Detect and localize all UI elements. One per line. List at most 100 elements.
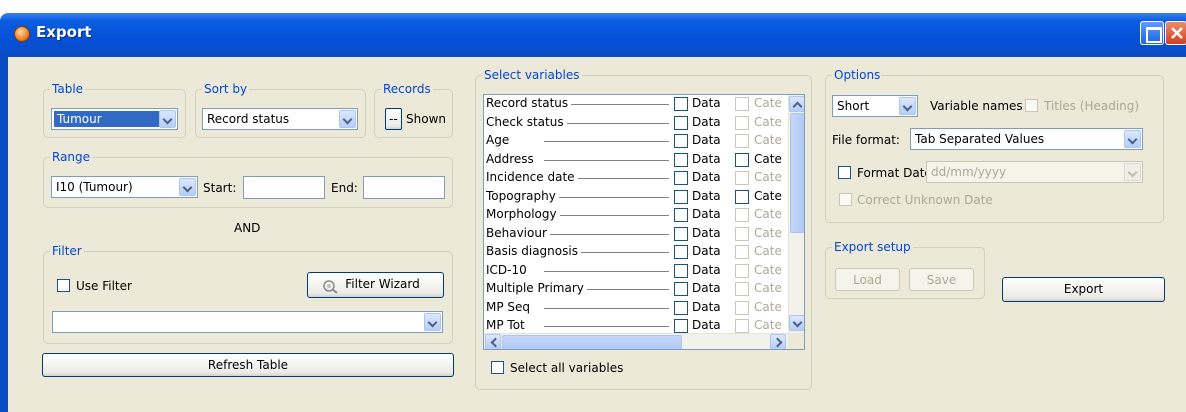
category-checkbox[interactable]	[735, 208, 749, 222]
category-checkbox[interactable]	[735, 245, 749, 259]
date-format-select[interactable]: dd/mm/yyyy	[926, 161, 1143, 183]
data-checkbox[interactable]	[674, 152, 688, 167]
data-label: Data	[692, 225, 721, 240]
title-bar[interactable]: Export	[0, 13, 1186, 57]
data-label: Data	[692, 170, 721, 184]
table-select-value: Tumour	[54, 111, 160, 127]
category-checkbox[interactable]	[735, 319, 749, 333]
scroll-left-icon[interactable]	[485, 334, 501, 349]
data-checkbox[interactable]	[674, 226, 688, 241]
data-checkbox[interactable]	[674, 263, 688, 278]
category-checkbox[interactable]	[735, 226, 749, 241]
scroll-down-icon[interactable]	[789, 315, 804, 331]
variable-row[interactable]: Check status Data Cate	[484, 114, 788, 132]
category-checkbox[interactable]	[735, 115, 749, 130]
chevron-down-icon[interactable]	[159, 110, 176, 128]
name-style-select[interactable]: Short	[832, 95, 918, 117]
data-checkbox[interactable]	[674, 115, 688, 130]
data-checkbox[interactable]	[674, 319, 688, 333]
correct-unknown-date-checkbox[interactable]	[839, 193, 852, 206]
records-shown-label: Shown	[406, 112, 446, 126]
variable-row[interactable]: Multiple Primary Data Cate	[484, 280, 788, 298]
select-all-checkbox[interactable]	[491, 361, 504, 374]
scroll-right-icon[interactable]	[770, 334, 786, 349]
category-checkbox[interactable]	[735, 189, 749, 204]
range-start-input[interactable]	[243, 176, 325, 199]
sort-select-value: Record status	[207, 112, 290, 126]
data-checkbox[interactable]	[674, 97, 688, 111]
chevron-down-icon[interactable]	[424, 313, 441, 331]
data-label: Data	[692, 96, 721, 110]
leader-line	[544, 141, 669, 142]
category-checkbox[interactable]	[735, 300, 749, 315]
data-checkbox[interactable]	[674, 208, 688, 222]
data-label: Data	[692, 207, 721, 221]
window-title: Export	[36, 23, 92, 41]
leader-line	[544, 326, 669, 327]
maximize-button[interactable]	[1140, 21, 1164, 45]
save-button[interactable]: Save	[909, 268, 974, 291]
chevron-down-icon[interactable]	[179, 178, 196, 196]
range-end-input[interactable]	[363, 176, 445, 199]
vertical-scrollbar[interactable]	[788, 95, 804, 333]
records-group-legend: Records	[383, 82, 431, 96]
filter-wizard-button[interactable]: Filter Wizard	[307, 272, 444, 298]
variable-row[interactable]: Behaviour Data Cate	[484, 225, 788, 243]
export-button[interactable]: Export	[1002, 277, 1165, 302]
variable-row[interactable]: Record status Data Cate	[484, 95, 788, 113]
refresh-table-button[interactable]: Refresh Table	[42, 353, 454, 377]
records-toggle-button[interactable]: --	[385, 108, 402, 130]
data-checkbox[interactable]	[674, 134, 688, 148]
filter-group-legend: Filter	[52, 244, 82, 258]
chevron-down-icon[interactable]	[1124, 130, 1141, 148]
vertical-scroll-thumb[interactable]	[790, 113, 804, 233]
filter-wizard-label: Filter Wizard	[345, 277, 420, 291]
variable-row[interactable]: Incidence date Data Cate	[484, 169, 788, 187]
file-format-select[interactable]: Tab Separated Values	[910, 128, 1143, 150]
file-format-value: Tab Separated Values	[915, 132, 1045, 146]
filter-select[interactable]	[52, 311, 443, 333]
range-select[interactable]: I10 (Tumour)	[51, 176, 198, 198]
data-checkbox[interactable]	[674, 171, 688, 185]
category-checkbox[interactable]	[735, 171, 749, 185]
data-checkbox[interactable]	[674, 282, 688, 296]
table-select[interactable]: Tumour	[51, 108, 178, 130]
variable-row[interactable]: MP Seq Data Cate	[484, 299, 788, 317]
category-checkbox[interactable]	[735, 282, 749, 296]
chevron-down-icon[interactable]	[339, 110, 356, 128]
category-checkbox[interactable]	[735, 134, 749, 148]
category-label: Cate	[754, 170, 782, 184]
scroll-up-icon[interactable]	[789, 96, 804, 112]
category-label: Cate	[754, 262, 782, 277]
variables-list[interactable]: Record status Data Cate Check status Data Cat…	[483, 94, 805, 350]
titles-checkbox[interactable]	[1025, 99, 1038, 112]
variable-row[interactable]: Basis diagnosis Data Cate	[484, 243, 788, 261]
data-label: Data	[692, 114, 721, 129]
load-button[interactable]: Load	[835, 268, 900, 291]
variable-row[interactable]: Morphology Data Cate	[484, 206, 788, 224]
chevron-down-icon[interactable]	[899, 97, 916, 115]
format-date-checkbox[interactable]	[838, 166, 851, 179]
variable-row[interactable]: Topography Data Cate	[484, 188, 788, 206]
leader-line	[544, 233, 669, 235]
close-button[interactable]	[1165, 21, 1186, 45]
data-checkbox[interactable]	[674, 245, 688, 259]
category-checkbox[interactable]	[735, 97, 749, 111]
horizontal-scroll-thumb[interactable]	[502, 335, 682, 349]
variable-row[interactable]: Address Data Cate	[484, 151, 788, 169]
category-checkbox[interactable]	[735, 263, 749, 278]
horizontal-scrollbar[interactable]	[484, 333, 788, 349]
file-format-label: File format:	[832, 133, 900, 147]
chevron-down-icon[interactable]	[1124, 163, 1141, 181]
scroll-corner	[788, 333, 804, 349]
data-checkbox[interactable]	[674, 300, 688, 315]
sort-select[interactable]: Record status	[202, 108, 358, 130]
variable-row[interactable]: ICD-10 Data Cate	[484, 262, 788, 280]
category-checkbox[interactable]	[735, 152, 749, 167]
use-filter-checkbox[interactable]	[57, 279, 70, 292]
app-icon	[14, 26, 30, 42]
variable-name: Address	[486, 151, 537, 166]
variable-row[interactable]: Age Data Cate	[484, 132, 788, 150]
leader-line	[544, 215, 669, 216]
data-checkbox[interactable]	[674, 189, 688, 204]
